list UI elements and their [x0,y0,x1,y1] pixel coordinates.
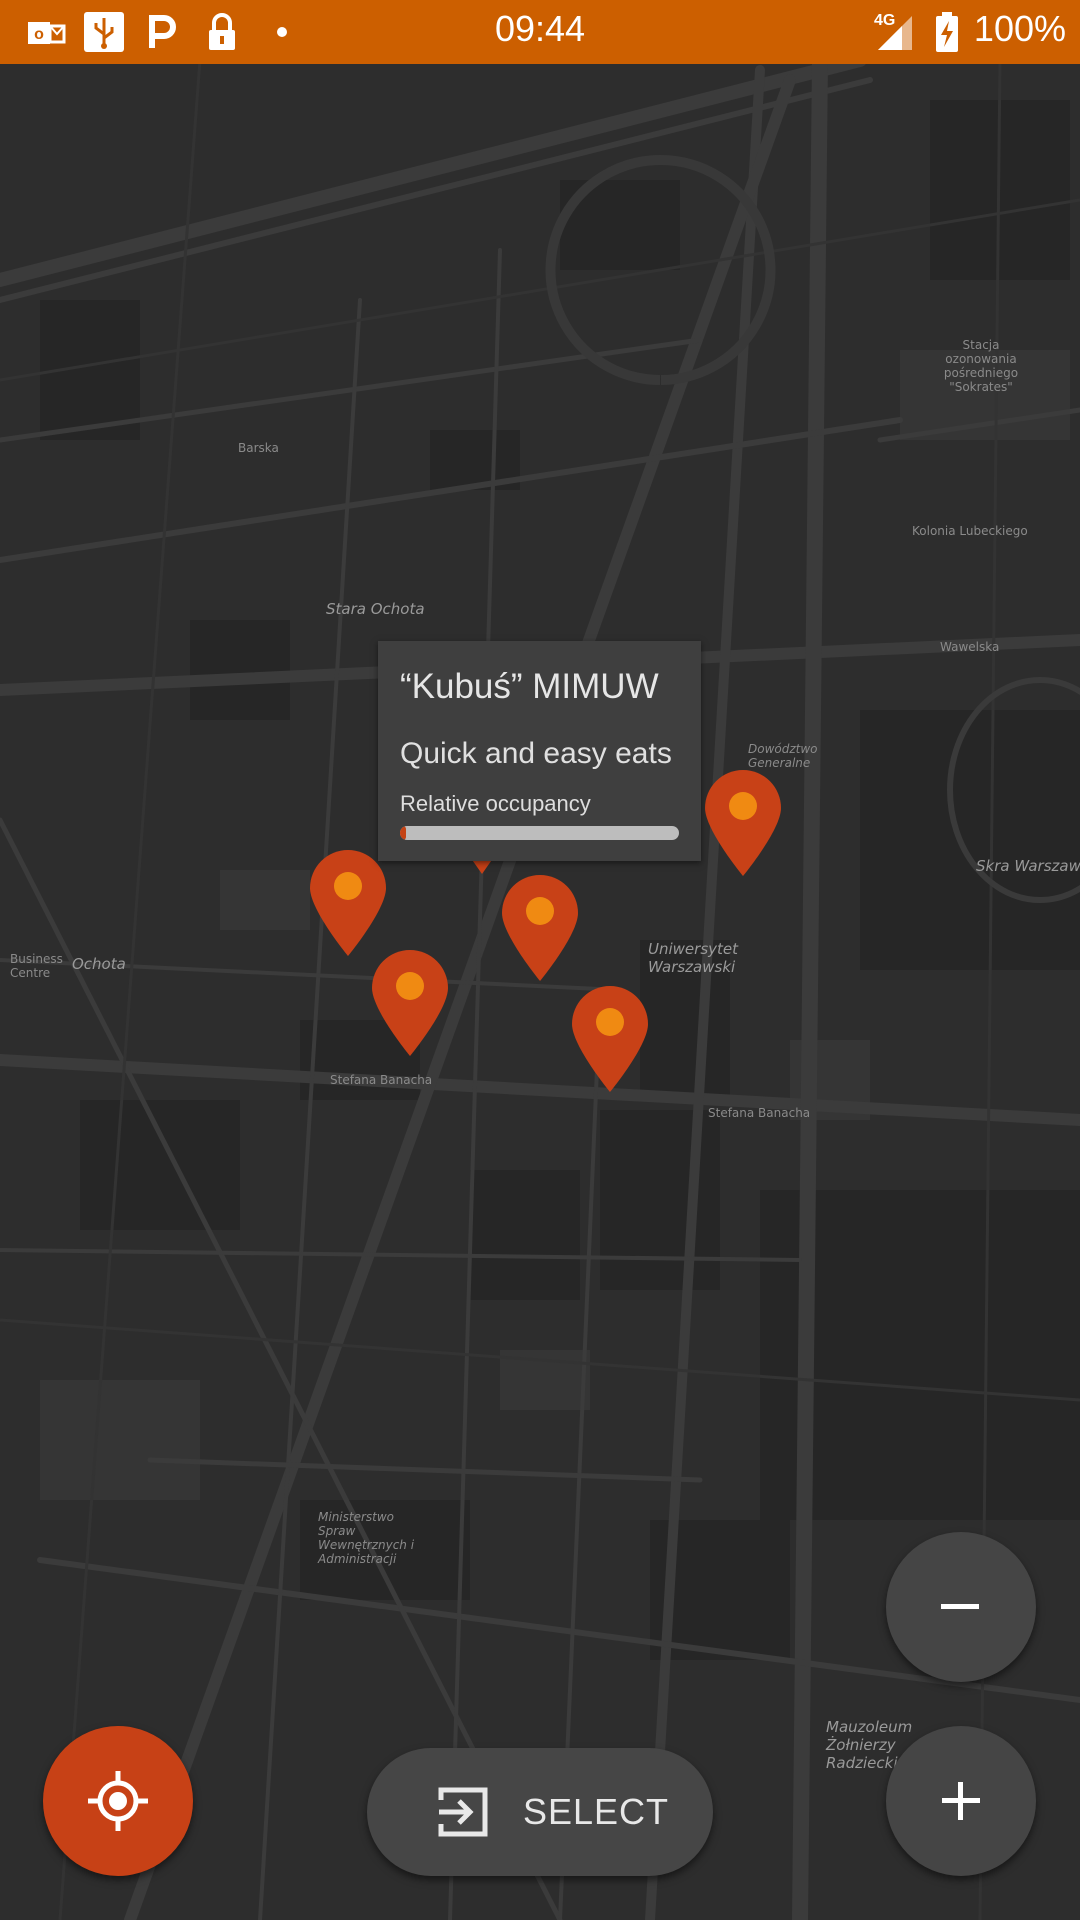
login-icon [438,1787,488,1837]
gps-crosshair-icon [88,1771,148,1831]
map-label-business: Business Centre [10,952,63,980]
map-marker[interactable] [703,768,783,878]
minus-icon [941,1604,979,1609]
occupancy-label: Relative occupancy [400,791,591,816]
zoom-out-button[interactable] [886,1532,1036,1682]
map-marker[interactable] [500,873,580,983]
map-label-uniwersytet: Uniwersytet Warszawski [648,940,738,976]
status-time: 09:44 [494,8,586,49]
status-bar: o 09:44 4G 100% [0,0,1080,64]
battery-level: 100% [973,8,1066,49]
map-label-ministerstwo: Ministerstwo Spraw Wewnętrznych i Admini… [318,1510,415,1566]
map-label-dowodztwo: Dowództwo Generalne [748,742,818,770]
map-label-skra: Skra Warszawa [976,857,1080,875]
restaurant-name: “Kubuś” MIMUW [400,667,659,706]
restaurant-info-popup[interactable]: “Kubuś” MIMUW Quick and easy eats Relati… [378,641,701,861]
map-label-banacha-1: Stefana Banacha [330,1073,433,1087]
my-location-button[interactable] [43,1726,193,1876]
select-button-label: SELECT [523,1791,670,1832]
occupancy-bar-fill [400,826,406,840]
map-label-wawelska: Wawelska [940,640,1000,654]
map-label-ochota: Ochota [72,955,126,973]
select-button[interactable]: SELECT [367,1748,713,1876]
battery-charging-icon [932,10,962,54]
map-label-stacja: Stacja ozonowania pośredniego "Sokrates" [943,338,1019,394]
signal-icon [876,10,916,54]
map-label-kolonia: Kolonia Lubeckiego [912,524,1028,538]
occupancy-bar [400,826,679,840]
map-marker[interactable] [370,948,450,1058]
map-marker[interactable] [308,848,388,958]
restaurant-description: Quick and easy eats [400,737,672,770]
zoom-in-button[interactable] [886,1726,1036,1876]
map-marker[interactable] [570,984,650,1094]
map-label-stara-ochota: Stara Ochota [326,600,425,618]
map-label-barska: Barska [238,441,279,455]
plus-icon [942,1782,980,1820]
map-label-banacha-2: Stefana Banacha [708,1106,811,1120]
